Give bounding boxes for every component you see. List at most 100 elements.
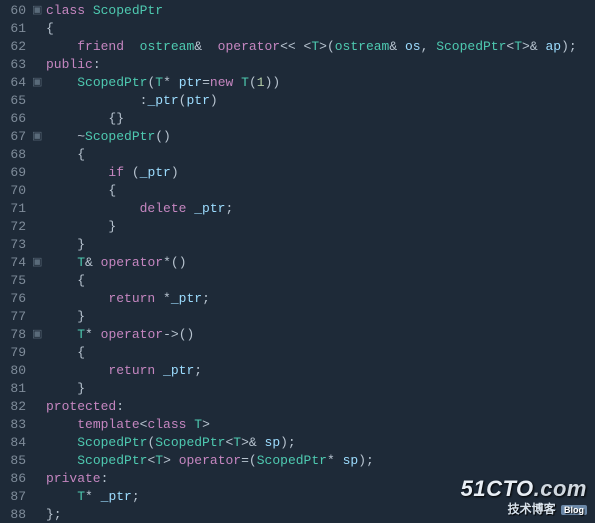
line-number: 75 — [4, 272, 26, 290]
token-brace: { — [77, 273, 85, 288]
code-line[interactable]: if (_ptr) — [46, 164, 591, 182]
fold-spacer — [32, 344, 42, 362]
fold-spacer — [32, 20, 42, 38]
fold-spacer — [32, 434, 42, 452]
line-number: 77 — [4, 308, 26, 326]
line-number: 71 — [4, 200, 26, 218]
token-op: * — [85, 489, 93, 504]
code-line[interactable]: ScopedPtr<T> operator=(ScopedPtr* sp); — [46, 452, 591, 470]
code-line[interactable]: }; — [46, 506, 591, 523]
token-type: ostream — [335, 39, 390, 54]
code-line[interactable]: delete _ptr; — [46, 200, 591, 218]
fold-spacer — [32, 362, 42, 380]
code-line[interactable]: T& operator*() — [46, 254, 591, 272]
token-op: * — [327, 453, 335, 468]
fold-spacer — [32, 38, 42, 56]
token-punc: ; — [225, 201, 233, 216]
token-op: > — [163, 453, 171, 468]
code-line[interactable]: ScopedPtr(ScopedPtr<T>& sp); — [46, 434, 591, 452]
fold-spacer — [32, 506, 42, 523]
token-punc: () — [179, 327, 195, 342]
token-brace: {} — [108, 111, 124, 126]
token-type: T — [311, 39, 319, 54]
code-line[interactable]: template<class T> — [46, 416, 591, 434]
token-punc: ); — [280, 435, 296, 450]
code-line[interactable]: protected: — [46, 398, 591, 416]
code-line[interactable]: return _ptr; — [46, 362, 591, 380]
code-area[interactable]: class ScopedPtr{ friend ostream& operato… — [42, 0, 595, 523]
code-line[interactable]: { — [46, 182, 591, 200]
fold-toggle-icon[interactable]: ▣ — [32, 326, 42, 344]
code-line[interactable]: ~ScopedPtr() — [46, 128, 591, 146]
token-op: = — [202, 75, 210, 90]
token-punc — [46, 327, 77, 342]
token-var: _ptr — [163, 363, 194, 378]
token-punc: : — [101, 471, 109, 486]
code-line[interactable]: { — [46, 344, 591, 362]
fold-spacer — [32, 398, 42, 416]
line-number: 67 — [4, 128, 26, 146]
token-punc: )) — [265, 75, 281, 90]
token-punc: ; — [132, 489, 140, 504]
fold-spacer — [32, 452, 42, 470]
code-line[interactable]: private: — [46, 470, 591, 488]
token-punc: ); — [358, 453, 374, 468]
line-number: 83 — [4, 416, 26, 434]
line-number: 64 — [4, 74, 26, 92]
token-op: = — [241, 453, 249, 468]
code-line[interactable]: { — [46, 20, 591, 38]
token-punc — [46, 147, 77, 162]
token-var: ptr — [179, 75, 202, 90]
line-number: 69 — [4, 164, 26, 182]
fold-toggle-icon[interactable]: ▣ — [32, 128, 42, 146]
token-brace: { — [46, 21, 54, 36]
token-op: & — [194, 39, 202, 54]
code-line[interactable]: } — [46, 218, 591, 236]
code-line[interactable]: ScopedPtr(T* ptr=new T(1)) — [46, 74, 591, 92]
token-punc — [46, 165, 108, 180]
token-var: ptr — [186, 93, 209, 108]
line-number: 73 — [4, 236, 26, 254]
line-number: 85 — [4, 452, 26, 470]
code-line[interactable]: friend ostream& operator<< <T>(ostream& … — [46, 38, 591, 56]
code-line[interactable]: { — [46, 146, 591, 164]
token-op: * — [163, 75, 171, 90]
fold-toggle-icon[interactable]: ▣ — [32, 74, 42, 92]
token-punc — [46, 417, 77, 432]
token-type: T — [194, 417, 202, 432]
fold-spacer — [32, 110, 42, 128]
token-type: ScopedPtr — [77, 453, 147, 468]
token-punc: ; — [202, 291, 210, 306]
token-kw: operator — [101, 255, 163, 270]
token-brace: { — [77, 345, 85, 360]
token-punc: ) — [171, 165, 179, 180]
token-var: _ptr — [147, 93, 178, 108]
code-line[interactable]: :_ptr(ptr) — [46, 92, 591, 110]
code-line[interactable]: T* operator->() — [46, 326, 591, 344]
fold-toggle-icon[interactable]: ▣ — [32, 2, 42, 20]
line-number: 76 — [4, 290, 26, 308]
code-line[interactable]: return *_ptr; — [46, 290, 591, 308]
token-op: >& — [241, 435, 257, 450]
token-kw: delete — [140, 201, 187, 216]
line-number: 82 — [4, 398, 26, 416]
code-line[interactable]: } — [46, 308, 591, 326]
code-line[interactable]: {} — [46, 110, 591, 128]
code-editor[interactable]: 6061626364656667686970717273747576777879… — [0, 0, 595, 523]
code-line[interactable]: } — [46, 380, 591, 398]
code-line[interactable]: T* _ptr; — [46, 488, 591, 506]
token-brace: { — [77, 147, 85, 162]
fold-toggle-icon[interactable]: ▣ — [32, 254, 42, 272]
token-punc — [46, 129, 77, 144]
code-line[interactable]: class ScopedPtr — [46, 2, 591, 20]
token-type: ScopedPtr — [436, 39, 506, 54]
token-var: _ptr — [194, 201, 225, 216]
line-number: 87 — [4, 488, 26, 506]
code-line[interactable]: public: — [46, 56, 591, 74]
code-line[interactable]: { — [46, 272, 591, 290]
token-punc: : — [116, 399, 124, 414]
token-punc — [46, 453, 77, 468]
token-var: sp — [265, 435, 281, 450]
fold-gutter[interactable]: ▣ ▣ ▣ ▣ ▣ — [32, 0, 42, 523]
code-line[interactable]: } — [46, 236, 591, 254]
